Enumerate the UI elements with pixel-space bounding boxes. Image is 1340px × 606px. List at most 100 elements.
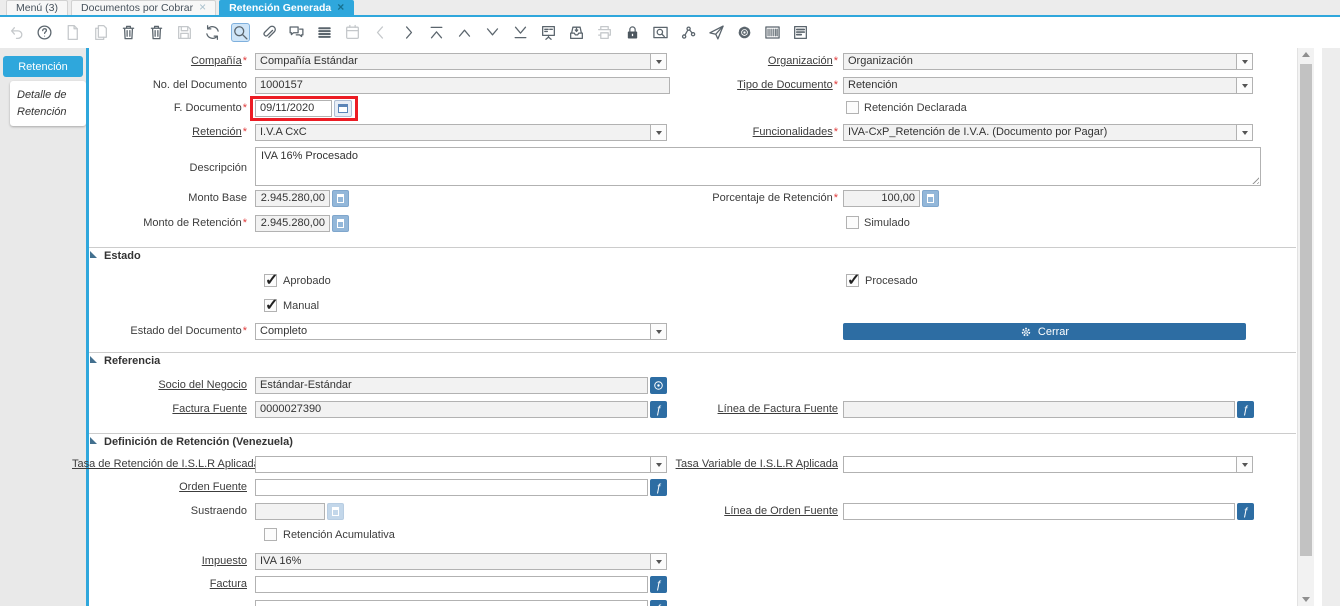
- compania-label: Compañía: [72, 55, 247, 67]
- record-info-icon: [654, 381, 663, 390]
- linea-factura-fuente-input[interactable]: [843, 401, 1235, 418]
- zoom-record-button[interactable]: ƒ: [1237, 401, 1254, 418]
- print-icon[interactable]: [595, 23, 614, 42]
- cerrar-button[interactable]: Cerrar: [843, 323, 1246, 340]
- undo-icon[interactable]: [7, 23, 26, 42]
- chevron-down-icon[interactable]: [1236, 457, 1252, 472]
- retencion-declarada-checkbox[interactable]: [846, 101, 859, 114]
- nav-right-icon[interactable]: [399, 23, 418, 42]
- linea-factura-fuente-label: Línea de Factura Fuente: [717, 403, 838, 415]
- tasa-variable-islr-select[interactable]: [843, 456, 1253, 473]
- zoom-across-icon[interactable]: [651, 23, 670, 42]
- delete-selection-icon[interactable]: [147, 23, 166, 42]
- scroll-up-icon[interactable]: [1302, 52, 1310, 57]
- scroll-down-icon[interactable]: [1302, 597, 1310, 602]
- simulado-label: Simulado: [864, 217, 910, 229]
- orden-fuente-input[interactable]: [255, 479, 648, 496]
- calculator-button[interactable]: [332, 190, 349, 207]
- close-icon[interactable]: [337, 2, 344, 14]
- clipped-input[interactable]: [255, 600, 648, 606]
- porcentaje-retencion-label: Porcentaje de Retención: [598, 192, 838, 204]
- grid-view-icon[interactable]: [315, 23, 334, 42]
- simulado-checkbox[interactable]: [846, 216, 859, 229]
- chevron-down-icon[interactable]: [1236, 78, 1252, 93]
- estado-documento-select[interactable]: Completo: [255, 323, 667, 340]
- chevron-down-icon[interactable]: [650, 324, 666, 339]
- retencion-declarada-label: Retención Declarada: [864, 102, 967, 114]
- nav-left-icon[interactable]: [371, 23, 390, 42]
- save-icon[interactable]: [175, 23, 194, 42]
- send-request-icon[interactable]: [707, 23, 726, 42]
- close-icon[interactable]: [199, 2, 206, 14]
- copy-record-icon[interactable]: [91, 23, 110, 42]
- calculator-button[interactable]: [332, 215, 349, 232]
- next-record-icon[interactable]: [483, 23, 502, 42]
- tab-label: Menú (3): [16, 2, 59, 14]
- funcionalidades-select[interactable]: IVA-CxP_Retención de I.V.A. (Documento p…: [843, 124, 1253, 141]
- organizacion-select[interactable]: Organización: [843, 53, 1253, 70]
- tab-retencion-generada[interactable]: Retención Generada: [219, 0, 355, 15]
- collapse-triangle-icon[interactable]: [90, 437, 97, 444]
- f-documento-input[interactable]: 09/11/2020: [255, 100, 332, 117]
- first-record-icon[interactable]: [427, 23, 446, 42]
- zoom-record-icon: ƒ: [1242, 403, 1249, 416]
- monto-base-input[interactable]: 2.945.280,00: [255, 190, 330, 207]
- linea-orden-fuente-input[interactable]: [843, 503, 1235, 520]
- help-icon[interactable]: [35, 23, 54, 42]
- report-icon[interactable]: [791, 23, 810, 42]
- zoom-record-button[interactable]: ƒ: [650, 479, 667, 496]
- calendar-icon[interactable]: [343, 23, 362, 42]
- chevron-down-icon[interactable]: [650, 554, 666, 569]
- collapse-triangle-icon[interactable]: [90, 356, 97, 363]
- sidebar-tab-retencion[interactable]: Retención: [3, 56, 83, 77]
- zoom-record-button[interactable]: ƒ: [650, 600, 667, 606]
- manual-checkbox[interactable]: [264, 295, 278, 315]
- porcentaje-retencion-input[interactable]: 100,00: [843, 190, 920, 207]
- resize-handle-icon[interactable]: [1250, 175, 1259, 184]
- chat-icon[interactable]: [287, 23, 306, 42]
- scrollbar-thumb[interactable]: [1300, 64, 1312, 556]
- monto-retencion-input[interactable]: 2.945.280,00: [255, 215, 330, 232]
- sustraendo-input[interactable]: [255, 503, 325, 520]
- barcode-icon[interactable]: [763, 23, 782, 42]
- procesado-checkbox[interactable]: [846, 270, 860, 290]
- attachment-icon[interactable]: [259, 23, 278, 42]
- zoom-record-button[interactable]: ƒ: [1237, 503, 1254, 520]
- retencion-acumulativa-checkbox[interactable]: [264, 528, 277, 541]
- last-record-icon[interactable]: [511, 23, 530, 42]
- aprobado-checkbox[interactable]: [264, 270, 278, 290]
- previous-record-icon[interactable]: [455, 23, 474, 42]
- zoom-record-button[interactable]: ƒ: [650, 576, 667, 593]
- process-gear-icon[interactable]: [735, 23, 754, 42]
- chevron-down-icon[interactable]: [1236, 54, 1252, 69]
- socio-negocio-input[interactable]: Estándar-Estándar: [255, 377, 648, 394]
- section-definicion-title: Definición de Retención (Venezuela): [104, 436, 293, 448]
- business-partner-info-button[interactable]: [650, 377, 667, 394]
- lock-icon[interactable]: [623, 23, 642, 42]
- workflow-icon[interactable]: [679, 23, 698, 42]
- orden-fuente-label: Orden Fuente: [179, 481, 247, 493]
- factura-input[interactable]: [255, 576, 648, 593]
- refresh-icon[interactable]: [203, 23, 222, 42]
- tab-documentos-por-cobrar[interactable]: Documentos por Cobrar: [71, 0, 217, 15]
- tipo-documento-select[interactable]: Retención: [843, 77, 1253, 94]
- linea-orden-fuente-label: Línea de Orden Fuente: [724, 505, 838, 517]
- detail-view-icon[interactable]: [539, 23, 558, 42]
- tab-menu[interactable]: Menú (3): [6, 0, 69, 15]
- tasa-islr-label: Tasa de Retención de I.S.L.R Aplicada: [72, 458, 260, 470]
- new-record-icon[interactable]: [63, 23, 82, 42]
- delete-record-icon[interactable]: [119, 23, 138, 42]
- find-icon[interactable]: [231, 23, 250, 42]
- zoom-record-icon: ƒ: [1242, 505, 1249, 518]
- impuesto-select[interactable]: IVA 16%: [255, 553, 667, 570]
- calendar-picker-button[interactable]: [334, 100, 352, 117]
- zoom-record-icon: ƒ: [655, 578, 662, 591]
- factura-fuente-input[interactable]: 0000027390: [255, 401, 648, 418]
- chevron-down-icon[interactable]: [1236, 125, 1252, 140]
- archive-icon[interactable]: [567, 23, 586, 42]
- calculator-button[interactable]: [922, 190, 939, 207]
- retencion-generada-window: Menú (3) Documentos por Cobrar Retención…: [0, 0, 1340, 606]
- descripcion-textarea[interactable]: IVA 16% Procesado: [255, 147, 1261, 186]
- vertical-scrollbar[interactable]: [1297, 48, 1314, 606]
- collapse-triangle-icon[interactable]: [90, 251, 97, 258]
